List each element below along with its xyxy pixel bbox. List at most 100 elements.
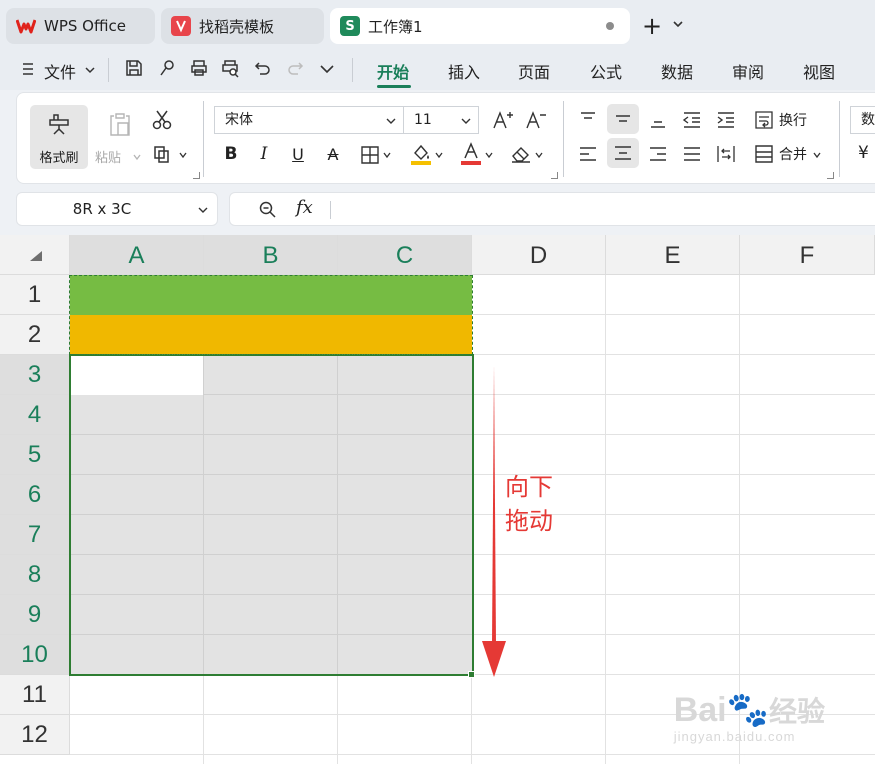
column-header-a[interactable]: A (70, 235, 204, 275)
chevron-down-icon[interactable] (435, 151, 443, 159)
tab-docer-templates[interactable]: 找稻壳模板 (161, 8, 324, 44)
row-header-8[interactable]: 8 (0, 555, 70, 595)
menu-page[interactable]: 页面 (518, 59, 550, 83)
tab-workbook1[interactable]: S 工作簿1 (330, 8, 630, 44)
group-expand-icon[interactable] (193, 172, 200, 179)
chevron-down-icon (133, 154, 141, 161)
group-expand-icon[interactable] (827, 172, 834, 179)
currency-yen-icon[interactable]: ¥ (858, 143, 869, 163)
chevron-down-icon[interactable] (383, 151, 391, 159)
spreadsheet-grid[interactable]: A B C D E F 1 2 3 4 5 6 7 8 9 10 11 12 向… (0, 235, 875, 764)
eraser-icon[interactable] (510, 144, 532, 164)
chevron-down-icon[interactable] (317, 58, 337, 78)
column-header-b[interactable]: B (204, 235, 338, 275)
select-all-corner[interactable] (0, 235, 70, 275)
copy-marquee (69, 275, 473, 355)
fill-handle[interactable] (468, 671, 475, 678)
borders-icon[interactable] (360, 145, 380, 165)
column-header-e[interactable]: E (606, 235, 740, 275)
format-painter-button[interactable]: 格式刷 (30, 105, 88, 169)
merge-label[interactable]: 合并 (779, 144, 807, 164)
number-format-select[interactable]: 数 (850, 106, 875, 134)
tab-wps-office[interactable]: WPS Office (6, 8, 155, 44)
hamburger-menu-icon[interactable] (22, 62, 34, 76)
font-size-select[interactable]: 11 (403, 106, 479, 134)
column-header-c[interactable]: C (338, 235, 472, 275)
column-header-d[interactable]: D (472, 235, 606, 275)
row-header-7[interactable]: 7 (0, 515, 70, 555)
menu-file[interactable]: 文件 (44, 59, 76, 83)
strikethrough-button[interactable]: A (322, 143, 344, 165)
function-fx-icon[interactable]: fx (296, 197, 313, 218)
copy-icon[interactable] (151, 143, 173, 165)
row-header-4[interactable]: 4 (0, 395, 70, 435)
align-bottom-icon[interactable] (647, 109, 669, 131)
chevron-down-icon[interactable] (197, 204, 209, 216)
cut-icon[interactable] (151, 109, 173, 131)
decrease-font-size-icon[interactable] (525, 109, 547, 131)
decrease-indent-icon[interactable] (681, 109, 703, 131)
format-painter-icon (49, 114, 69, 135)
menu-data[interactable]: 数据 (661, 59, 693, 83)
group-expand-icon[interactable] (551, 172, 558, 179)
save-icon[interactable] (124, 58, 144, 78)
print-preview-icon[interactable] (221, 58, 241, 78)
align-center-icon (615, 146, 631, 160)
increase-indent-icon[interactable] (715, 109, 737, 131)
menu-view[interactable]: 视图 (803, 59, 835, 83)
row-header-12[interactable]: 12 (0, 715, 70, 755)
align-top-icon[interactable] (577, 109, 599, 131)
row-header-9[interactable]: 9 (0, 595, 70, 635)
increase-font-size-icon[interactable] (492, 109, 514, 131)
undo-icon[interactable] (253, 58, 273, 78)
fill-color-icon[interactable] (410, 142, 432, 166)
merge-cells-icon[interactable] (753, 143, 775, 165)
bold-button[interactable]: B (220, 143, 242, 165)
menu-insert[interactable]: 插入 (448, 59, 480, 83)
share-icon[interactable] (157, 58, 177, 78)
chevron-down-icon[interactable] (672, 18, 684, 30)
wrap-text-label[interactable]: 换行 (779, 110, 807, 130)
chevron-down-icon[interactable] (485, 151, 493, 159)
new-tab-plus-icon[interactable]: + (642, 14, 662, 38)
wrap-text-icon[interactable] (753, 109, 775, 131)
align-left-icon[interactable] (577, 143, 599, 165)
justify-icon[interactable] (681, 143, 703, 165)
tab-label: 工作簿1 (368, 17, 423, 36)
tab-close-dot-icon[interactable] (606, 22, 614, 30)
row-header-5[interactable]: 5 (0, 435, 70, 475)
row-header-2[interactable]: 2 (0, 315, 70, 355)
watermark-url: jingyan.baidu.com (673, 729, 796, 744)
formula-bar[interactable]: fx (229, 192, 875, 226)
row-header-11[interactable]: 11 (0, 675, 70, 715)
row-header-6[interactable]: 6 (0, 475, 70, 515)
distributed-align-icon[interactable] (715, 143, 737, 165)
chevron-down-icon[interactable] (535, 151, 543, 159)
align-middle-button[interactable] (607, 104, 639, 134)
menu-review[interactable]: 审阅 (732, 59, 764, 83)
name-box[interactable]: 8R x 3C (16, 192, 218, 226)
font-color-icon[interactable] (460, 142, 482, 166)
chevron-down-icon[interactable] (84, 64, 96, 76)
paste-button: 粘贴 (95, 105, 145, 169)
align-right-icon[interactable] (647, 143, 669, 165)
row-header-10[interactable]: 10 (0, 635, 70, 675)
wps-logo-icon (16, 16, 36, 36)
font-name-select[interactable]: 宋体 (214, 106, 404, 134)
drag-annotation: 向下 拖动 (505, 470, 575, 538)
menu-home[interactable]: 开始 (377, 59, 409, 83)
row-header-3[interactable]: 3 (0, 355, 70, 395)
column-header-f[interactable]: F (740, 235, 875, 275)
paste-icon (110, 113, 130, 136)
row-header-1[interactable]: 1 (0, 275, 70, 315)
underline-button[interactable]: U (287, 143, 309, 165)
menu-formula[interactable]: 公式 (590, 59, 622, 83)
format-painter-label: 格式刷 (39, 151, 79, 166)
italic-button[interactable]: I (253, 143, 275, 165)
zoom-search-icon[interactable] (258, 200, 278, 220)
align-center-button[interactable] (607, 138, 639, 168)
print-icon[interactable] (189, 58, 209, 78)
chevron-down-icon[interactable] (813, 151, 821, 159)
chevron-down-icon[interactable] (179, 151, 187, 159)
tab-label: WPS Office (44, 17, 126, 35)
